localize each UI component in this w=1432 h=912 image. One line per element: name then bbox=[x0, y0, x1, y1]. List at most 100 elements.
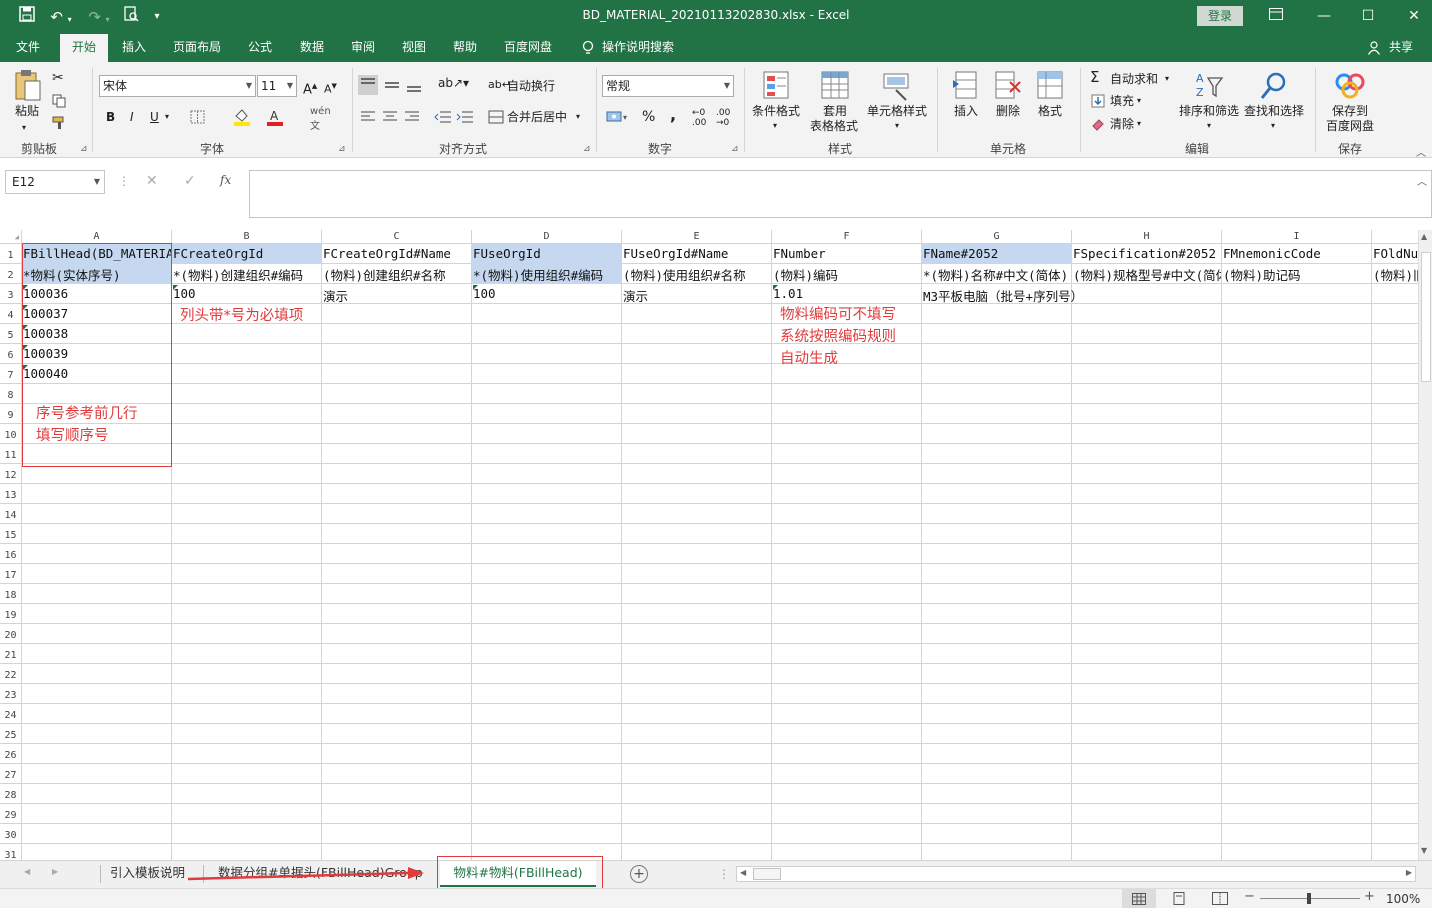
column-header-c[interactable]: C bbox=[322, 230, 472, 244]
scroll-right-icon[interactable]: ▶ bbox=[1406, 868, 1412, 877]
cell-styles-button[interactable]: 单元格样式 bbox=[864, 104, 930, 119]
cell-f3[interactable]: 1.01 bbox=[772, 286, 921, 301]
insert-cells-button[interactable]: 插入 bbox=[944, 104, 988, 119]
tab-review[interactable]: 审阅 bbox=[345, 34, 381, 62]
phonetic-icon[interactable]: wén 文 bbox=[310, 106, 331, 132]
shrink-font-icon[interactable]: A▼ bbox=[324, 77, 337, 99]
select-all-corner[interactable]: ◢ bbox=[0, 230, 22, 244]
tab-baidu[interactable]: 百度网盘 bbox=[498, 34, 558, 62]
next-sheet-icon[interactable]: ▶ bbox=[52, 867, 58, 876]
row-header[interactable]: 27 bbox=[0, 764, 22, 784]
row-header[interactable]: 31 bbox=[0, 844, 22, 860]
cell-d3[interactable]: 100 bbox=[472, 286, 621, 301]
bold-button[interactable]: B bbox=[106, 108, 115, 126]
cell-i1[interactable]: FMnemonicCode bbox=[1222, 246, 1371, 261]
font-color-icon[interactable]: A bbox=[266, 108, 284, 129]
align-top-icon[interactable] bbox=[358, 75, 378, 98]
cell-b2[interactable]: *(物料)创建组织#编码 bbox=[172, 265, 321, 284]
minimize-icon[interactable]: — bbox=[1310, 4, 1338, 28]
cell-c3[interactable]: 演示 bbox=[322, 286, 471, 305]
autosum-dropdown-icon[interactable]: ▾ bbox=[1165, 70, 1169, 88]
increase-indent-icon[interactable] bbox=[456, 110, 474, 127]
cell-f2[interactable]: (物料)编码 bbox=[772, 265, 921, 284]
cell-b1[interactable]: FCreateOrgId bbox=[172, 246, 321, 261]
row-header[interactable]: 8 bbox=[0, 384, 22, 404]
underline-dropdown-icon[interactable]: ▾ bbox=[165, 108, 169, 126]
number-format-select[interactable]: 常规 ▼ bbox=[602, 75, 734, 97]
comma-button[interactable]: , bbox=[670, 106, 676, 124]
row-header[interactable]: 14 bbox=[0, 504, 22, 524]
row-header[interactable]: 5 bbox=[0, 324, 22, 344]
row-header[interactable]: 1 bbox=[0, 244, 22, 264]
cell-styles-dropdown-icon[interactable]: ▾ bbox=[895, 118, 899, 133]
ribbon-display-icon[interactable] bbox=[1262, 4, 1290, 28]
row-header[interactable]: 4 bbox=[0, 304, 22, 324]
close-icon[interactable]: ✕ bbox=[1400, 4, 1428, 28]
row-header[interactable]: 17 bbox=[0, 564, 22, 584]
row-header[interactable]: 13 bbox=[0, 484, 22, 504]
cell-c2[interactable]: (物料)创建组织#名称 bbox=[322, 265, 471, 284]
worksheet-grid[interactable]: ◢ A B C D E F G H I 1 2 3 4 5 6 7 8 9 10 11 12 13 14 1… bbox=[0, 230, 1418, 860]
column-header-f[interactable]: F bbox=[772, 230, 922, 244]
row-header[interactable]: 15 bbox=[0, 524, 22, 544]
paste-button[interactable]: 粘贴 bbox=[10, 104, 44, 119]
formula-input[interactable]: ︿ bbox=[249, 170, 1432, 218]
delete-cells-icon[interactable] bbox=[994, 70, 1022, 105]
tell-me-search[interactable]: 操作说明搜索 bbox=[602, 34, 684, 62]
cell-c1[interactable]: FCreateOrgId#Name bbox=[322, 246, 471, 261]
column-header-h[interactable]: H bbox=[1072, 230, 1222, 244]
conditional-format-icon[interactable] bbox=[762, 70, 792, 105]
align-bottom-icon[interactable] bbox=[404, 75, 424, 98]
cell-e2[interactable]: (物料)使用组织#名称 bbox=[622, 265, 771, 284]
cell-g3[interactable]: M3平板电脑（批号+序列号） bbox=[922, 286, 1182, 305]
row-header[interactable]: 29 bbox=[0, 804, 22, 824]
normal-view-icon[interactable] bbox=[1122, 889, 1156, 908]
row-header[interactable]: 22 bbox=[0, 664, 22, 684]
row-header[interactable]: 25 bbox=[0, 724, 22, 744]
format-as-table-icon[interactable] bbox=[820, 70, 850, 105]
increase-decimal-icon[interactable]: ←0.00 bbox=[692, 108, 706, 128]
confirm-entry-icon[interactable]: ✓ bbox=[184, 173, 196, 189]
tab-data[interactable]: 数据 bbox=[294, 34, 330, 62]
border-icon[interactable] bbox=[190, 110, 206, 127]
row-header[interactable]: 21 bbox=[0, 644, 22, 664]
cell-j1[interactable]: FOldNumber bbox=[1372, 246, 1418, 261]
row-header[interactable]: 10 bbox=[0, 424, 22, 444]
row-header[interactable]: 2 bbox=[0, 264, 22, 284]
vertical-scrollbar[interactable]: ▲ ▼ bbox=[1418, 230, 1432, 860]
cell-g2[interactable]: *(物料)名称#中文(简体) bbox=[922, 265, 1071, 284]
scroll-down-icon[interactable]: ▼ bbox=[1421, 846, 1427, 855]
horizontal-scroll-thumb[interactable] bbox=[753, 868, 781, 880]
currency-icon[interactable]: ▾ bbox=[606, 110, 630, 127]
row-header[interactable]: 30 bbox=[0, 824, 22, 844]
autosum-button[interactable]: 自动求和 bbox=[1110, 70, 1158, 88]
column-header-g[interactable]: G bbox=[922, 230, 1072, 244]
expand-formula-icon[interactable]: ︿ bbox=[1417, 173, 1427, 188]
fill-icon[interactable] bbox=[1091, 94, 1105, 111]
font-name-select[interactable]: 宋体 ▼ bbox=[99, 75, 256, 97]
tab-home[interactable]: 开始 bbox=[60, 34, 108, 62]
row-header[interactable]: 18 bbox=[0, 584, 22, 604]
wrap-text-button[interactable]: 自动换行 bbox=[507, 77, 555, 95]
row-header[interactable]: 23 bbox=[0, 684, 22, 704]
zoom-out-button[interactable]: − bbox=[1244, 889, 1255, 904]
copy-icon[interactable] bbox=[52, 94, 68, 111]
tab-help[interactable]: 帮助 bbox=[447, 34, 483, 62]
font-launcher-icon[interactable]: ⊿ bbox=[338, 144, 346, 154]
decrease-decimal-icon[interactable]: .00 →0 bbox=[716, 108, 730, 128]
cell-styles-icon[interactable] bbox=[882, 70, 912, 105]
share-button[interactable]: 共享 bbox=[1384, 34, 1418, 62]
align-middle-icon[interactable] bbox=[382, 75, 402, 98]
row-header[interactable]: 3 bbox=[0, 284, 22, 304]
row-header[interactable]: 7 bbox=[0, 364, 22, 384]
row-header[interactable]: 11 bbox=[0, 444, 22, 464]
login-button[interactable]: 登录 bbox=[1197, 6, 1243, 26]
row-header[interactable]: 19 bbox=[0, 604, 22, 624]
sort-filter-dropdown-icon[interactable]: ▾ bbox=[1207, 118, 1211, 133]
format-cells-button[interactable]: 格式 bbox=[1028, 104, 1072, 119]
row-header[interactable]: 12 bbox=[0, 464, 22, 484]
tab-splitter-icon[interactable]: ⋮ bbox=[718, 867, 730, 881]
format-as-table-button[interactable]: 表格格式 bbox=[804, 119, 864, 134]
cut-icon[interactable]: ✂ bbox=[52, 70, 64, 86]
save-to-baidu-label-1[interactable]: 保存到 bbox=[1322, 104, 1378, 119]
